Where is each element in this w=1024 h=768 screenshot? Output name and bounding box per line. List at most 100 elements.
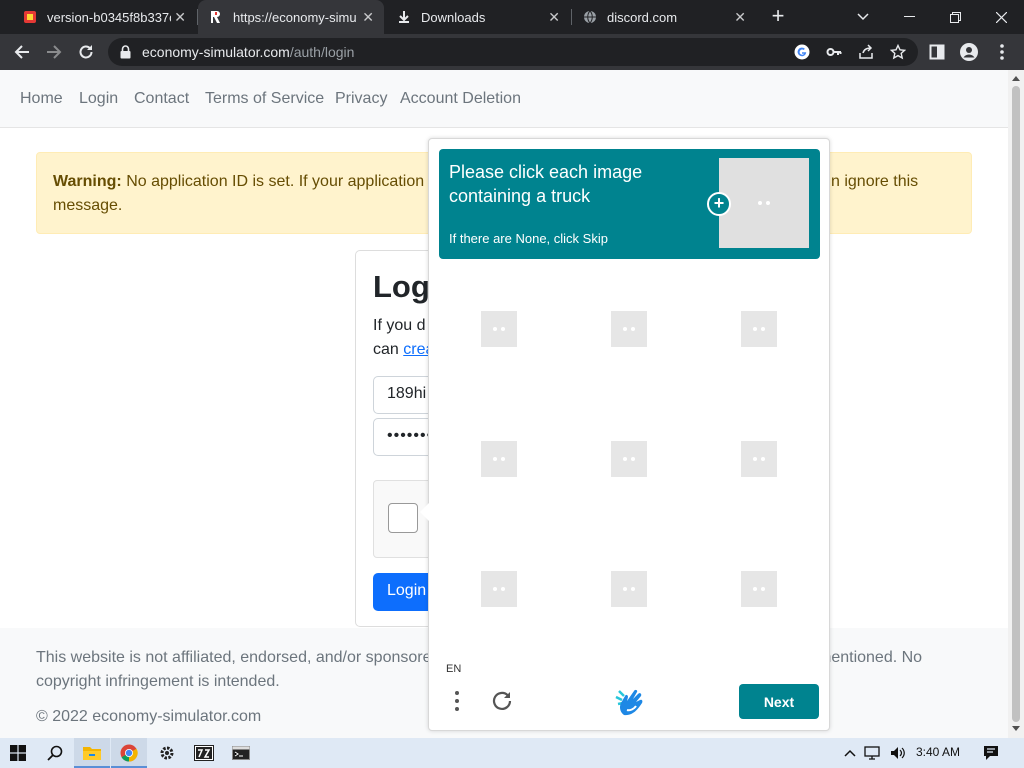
tab-version[interactable]: version-b0345f8b337c4 ✕: [12, 0, 196, 34]
share-button[interactable]: [856, 42, 876, 62]
volume-button[interactable]: [887, 742, 909, 764]
globe-icon: [582, 9, 598, 25]
challenge-tile[interactable]: [611, 571, 647, 607]
tab-search-button[interactable]: [840, 0, 886, 34]
loading-dots: [493, 327, 505, 331]
challenge-tile[interactable]: [611, 311, 647, 347]
close-window-button[interactable]: [978, 0, 1024, 34]
refresh-icon[interactable]: [489, 688, 515, 714]
google-lens-button[interactable]: [792, 42, 812, 62]
page-scrollbar[interactable]: [1008, 70, 1024, 738]
terminal-icon: [232, 746, 250, 760]
login-desc-line2: can crea: [373, 338, 434, 362]
gear-icon: [160, 746, 174, 760]
address-bar[interactable]: economy-simulator.com/auth/login: [108, 38, 918, 66]
tab-economy-simulator[interactable]: https://economy-simula ✕: [198, 0, 384, 34]
bookmark-star-button[interactable]: [888, 42, 908, 62]
tab-title: discord.com: [607, 9, 678, 25]
footer-text-left: This website is not affiliated, endorsed…: [36, 649, 432, 666]
settings-taskbar-button[interactable]: [156, 742, 178, 764]
file-explorer-button[interactable]: [81, 742, 103, 764]
avatar-icon: [960, 43, 978, 61]
search-button[interactable]: [44, 742, 66, 764]
challenge-tile[interactable]: [741, 311, 777, 347]
search-icon: [47, 745, 63, 761]
close-tab-icon[interactable]: ✕: [174, 9, 186, 25]
show-hidden-icons-button[interactable]: [839, 742, 861, 764]
alert-line-left: Warning: No application ID is set. If yo…: [53, 170, 433, 194]
tab-downloads[interactable]: Downloads ✕: [386, 0, 570, 34]
minimize-button[interactable]: [886, 0, 932, 34]
url-path: /auth/login: [289, 44, 355, 60]
browser-toolbar: economy-simulator.com/auth/login: [0, 34, 1024, 70]
challenge-tile[interactable]: [481, 311, 517, 347]
alert-text-right: n ignore this: [831, 173, 919, 190]
chrome-taskbar-button[interactable]: [118, 742, 140, 764]
nav-account-deletion[interactable]: Account Deletion: [400, 90, 521, 108]
tab-discord[interactable]: discord.com ✕: [572, 0, 756, 34]
scrollbar-thumb[interactable]: [1012, 86, 1020, 722]
loading-dots: [623, 587, 635, 591]
more-vertical-icon: [1000, 44, 1004, 60]
close-tab-icon[interactable]: ✕: [362, 9, 374, 25]
arrow-right-icon: [47, 45, 62, 59]
expand-example-button[interactable]: +: [707, 192, 731, 216]
nav-contact[interactable]: Contact: [134, 90, 189, 108]
new-tab-button[interactable]: +: [766, 5, 790, 29]
google-icon: [794, 44, 810, 60]
notifications-button[interactable]: [980, 742, 1002, 764]
alert-text-line2: message.: [53, 197, 123, 214]
scroll-up-icon[interactable]: [1012, 75, 1020, 81]
nav-terms[interactable]: Terms of Service: [205, 90, 324, 108]
chrome-icon: [120, 744, 138, 762]
scroll-down-icon[interactable]: [1012, 726, 1020, 732]
key-icon: [826, 48, 842, 56]
challenge-tile[interactable]: [741, 441, 777, 477]
footer-text-line2: copyright infringement is intended.: [36, 673, 280, 690]
nav-privacy[interactable]: Privacy: [335, 90, 387, 108]
password-key-button[interactable]: [824, 42, 844, 62]
nav-home[interactable]: Home: [20, 90, 63, 108]
challenge-menu-button[interactable]: [445, 689, 469, 713]
restore-button[interactable]: [932, 0, 978, 34]
taskbar-clock[interactable]: 3:40 AM: [916, 745, 960, 759]
url-text: economy-simulator.com/auth/login: [142, 44, 354, 60]
alert-text: No application ID is set. If your applic…: [126, 173, 425, 190]
7zip-taskbar-button[interactable]: [193, 742, 215, 764]
example-image[interactable]: [719, 158, 809, 248]
back-button[interactable]: [10, 40, 34, 64]
nav-login[interactable]: Login: [79, 90, 118, 108]
network-icon: [864, 746, 880, 760]
login-desc-prefix: can: [373, 341, 404, 358]
terminal-taskbar-button[interactable]: [230, 742, 252, 764]
roblox-icon: [208, 9, 224, 25]
challenge-tile[interactable]: [611, 441, 647, 477]
url-host: economy-simulator.com: [142, 44, 290, 60]
language-label[interactable]: EN: [446, 663, 461, 675]
challenge-tile[interactable]: [481, 571, 517, 607]
start-button[interactable]: [7, 742, 29, 764]
hcaptcha-logo-icon: [615, 689, 643, 716]
profile-button[interactable]: [957, 40, 981, 64]
network-button[interactable]: [862, 742, 884, 764]
challenge-tile[interactable]: [481, 441, 517, 477]
login-desc-line1: If you d: [373, 317, 426, 334]
browser-menu-button[interactable]: [990, 40, 1014, 64]
captcha-challenge: Please click each image containing a tru…: [420, 138, 830, 731]
reload-button[interactable]: [74, 40, 98, 64]
challenge-tile[interactable]: [741, 571, 777, 607]
loading-dots: [623, 327, 635, 331]
forward-button[interactable]: [42, 40, 66, 64]
loading-dots: [623, 457, 635, 461]
loading-dots: [758, 201, 770, 205]
side-panel-icon: [929, 44, 945, 60]
close-tab-icon[interactable]: ✕: [548, 9, 560, 25]
close-tab-icon[interactable]: ✕: [734, 9, 746, 25]
lock-icon[interactable]: [120, 45, 131, 64]
captcha-checkbox[interactable]: [388, 503, 418, 533]
site-navbar: Home Login Contact Terms of Service Priv…: [0, 70, 1008, 128]
challenge-pointer: [420, 503, 429, 521]
7zip-icon: [194, 745, 214, 761]
side-panel-button[interactable]: [925, 40, 949, 64]
next-button[interactable]: Next: [739, 684, 819, 719]
